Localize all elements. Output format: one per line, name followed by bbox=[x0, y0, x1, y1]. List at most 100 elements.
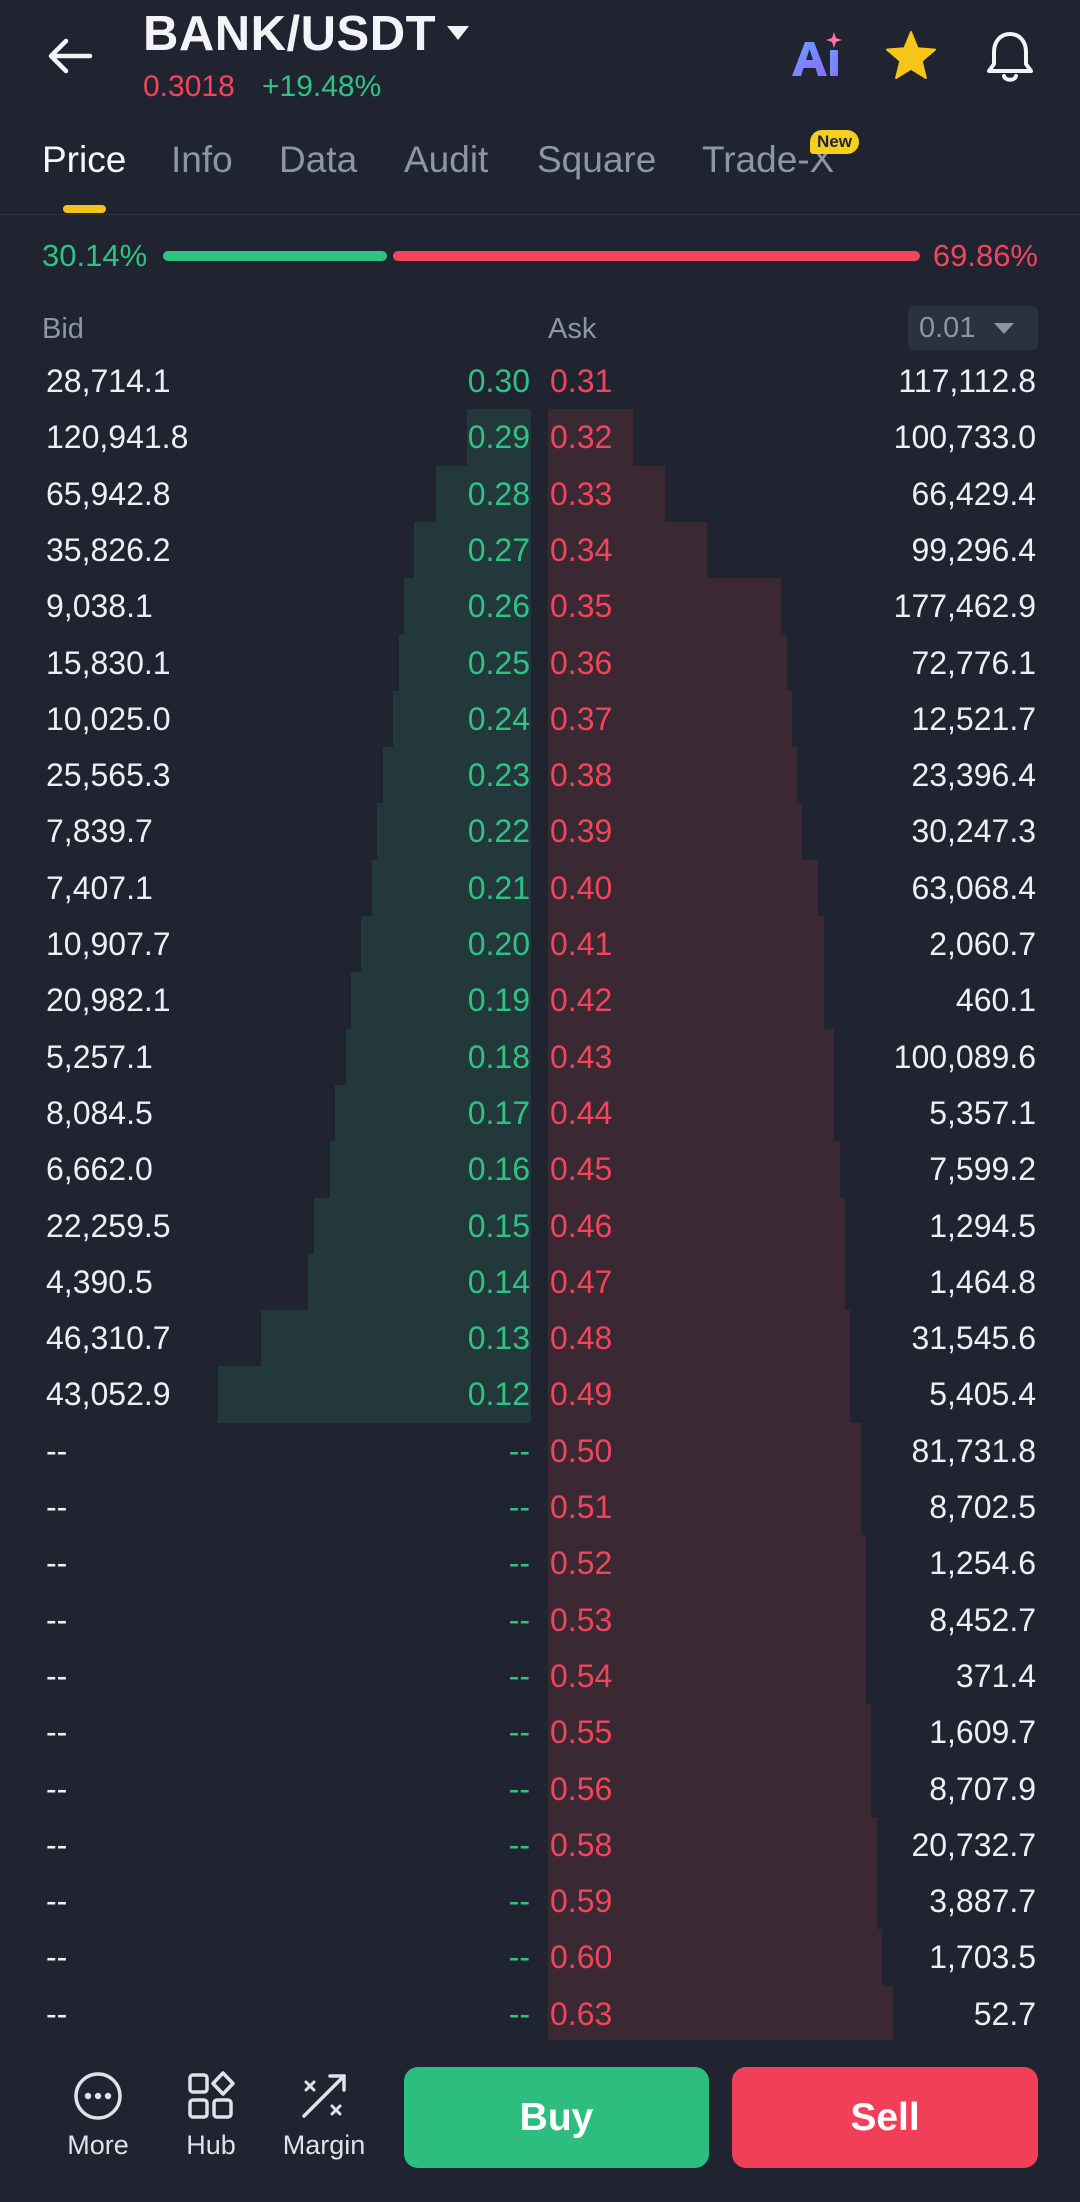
bid-price: -- bbox=[508, 1770, 530, 1807]
bid-price: 0.30 bbox=[467, 363, 530, 399]
bid-quantity: -- bbox=[46, 1883, 68, 1920]
pair-dropdown-icon[interactable] bbox=[444, 22, 472, 44]
orderbook-row[interactable]: 120,941.8 0.29 0.32 100,733.0 bbox=[0, 409, 1080, 465]
orderbook-row[interactable]: 43,052.9 0.12 0.49 5,405.4 bbox=[0, 1366, 1080, 1422]
orderbook-row[interactable]: 22,259.5 0.15 0.46 1,294.5 bbox=[0, 1198, 1080, 1254]
orderbook-row[interactable]: 35,826.2 0.27 0.34 99,296.4 bbox=[0, 522, 1080, 578]
orderbook-row[interactable]: -- -- 0.63 52.7 bbox=[0, 1986, 1080, 2042]
bid-price: -- bbox=[508, 1714, 530, 1751]
bid-price: 0.14 bbox=[467, 1263, 530, 1300]
bid-price: 0.25 bbox=[467, 644, 530, 681]
ask-price: 0.48 bbox=[550, 1320, 613, 1357]
tab-price[interactable]: Price bbox=[42, 139, 126, 181]
orderbook-row[interactable]: 10,907.7 0.20 0.41 2,060.7 bbox=[0, 916, 1080, 972]
bid-quantity: 28,714.1 bbox=[46, 363, 171, 399]
orderbook-row[interactable]: 7,839.7 0.22 0.39 30,247.3 bbox=[0, 803, 1080, 859]
ask-price: 0.40 bbox=[550, 869, 613, 906]
ask-price: 0.46 bbox=[550, 1207, 613, 1244]
ask-price: 0.31 bbox=[550, 363, 613, 399]
bid-quantity: 25,565.3 bbox=[46, 757, 171, 794]
ask-quantity: 1,464.8 bbox=[929, 1263, 1036, 1300]
orderbook-row[interactable]: 20,982.1 0.19 0.42 460.1 bbox=[0, 972, 1080, 1028]
orderbook-row[interactable]: -- -- 0.59 3,887.7 bbox=[0, 1873, 1080, 1929]
bid-price: -- bbox=[508, 1432, 530, 1469]
new-badge: New bbox=[810, 130, 859, 154]
ask-quantity: 8,452.7 bbox=[929, 1601, 1036, 1638]
ask-quantity: 99,296.4 bbox=[911, 531, 1036, 568]
bid-column-header: Bid bbox=[42, 313, 84, 345]
orderbook-row[interactable]: 7,407.1 0.21 0.40 63,068.4 bbox=[0, 860, 1080, 916]
ask-quantity: 31,545.6 bbox=[911, 1320, 1036, 1357]
tab-audit[interactable]: Audit bbox=[404, 139, 488, 181]
orderbook-row[interactable]: 65,942.8 0.28 0.33 66,429.4 bbox=[0, 466, 1080, 522]
buy-button[interactable]: Buy bbox=[404, 2067, 709, 2168]
bid-price: -- bbox=[508, 1657, 530, 1694]
margin-button[interactable]: Margin bbox=[264, 2070, 384, 2161]
precision-value: 0.01 bbox=[919, 312, 976, 344]
orderbook-row[interactable]: 15,830.1 0.25 0.36 72,776.1 bbox=[0, 635, 1080, 691]
bid-price: 0.21 bbox=[467, 869, 530, 906]
bid-quantity: 10,907.7 bbox=[46, 926, 171, 962]
orderbook-row[interactable]: -- -- 0.60 1,703.5 bbox=[0, 1929, 1080, 1985]
bid-quantity: 9,038.1 bbox=[46, 588, 153, 625]
orderbook-row[interactable]: 10,025.0 0.24 0.37 12,521.7 bbox=[0, 691, 1080, 747]
orderbook-row[interactable]: -- -- 0.55 1,609.7 bbox=[0, 1704, 1080, 1760]
bid-quantity: 120,941.8 bbox=[46, 419, 189, 456]
orderbook-row[interactable]: 28,714.1 0.30 0.31 117,112.8 bbox=[0, 353, 1080, 409]
ask-quantity: 12,521.7 bbox=[911, 700, 1036, 737]
ask-price: 0.53 bbox=[550, 1601, 613, 1638]
bid-quantity: 15,830.1 bbox=[46, 644, 171, 681]
bid-quantity: 20,982.1 bbox=[46, 982, 171, 1019]
bid-quantity: -- bbox=[46, 1601, 68, 1638]
notification-bell-icon[interactable] bbox=[984, 28, 1036, 84]
ask-quantity: 1,254.6 bbox=[929, 1545, 1036, 1582]
orderbook-row[interactable]: -- -- 0.51 8,702.5 bbox=[0, 1479, 1080, 1535]
hub-button[interactable]: Hub bbox=[151, 2070, 271, 2161]
margin-label: Margin bbox=[282, 2130, 366, 2160]
bid-quantity: -- bbox=[46, 1770, 68, 1807]
buy-ratio-label: 30.14% bbox=[42, 238, 148, 273]
more-button[interactable]: More bbox=[38, 2070, 158, 2161]
ask-quantity: 5,357.1 bbox=[929, 1094, 1036, 1131]
bid-quantity: 7,839.7 bbox=[46, 813, 153, 850]
ai-icon[interactable] bbox=[788, 28, 842, 82]
precision-selector[interactable]: 0.01 bbox=[908, 306, 1038, 350]
orderbook-row[interactable]: 5,257.1 0.18 0.43 100,089.6 bbox=[0, 1029, 1080, 1085]
bid-quantity: 43,052.9 bbox=[46, 1376, 171, 1413]
orderbook-row[interactable]: 4,390.5 0.14 0.47 1,464.8 bbox=[0, 1254, 1080, 1310]
tab-info[interactable]: Info bbox=[171, 139, 233, 181]
orderbook-row[interactable]: -- -- 0.50 81,731.8 bbox=[0, 1423, 1080, 1479]
bottom-action-bar: More Hub Margin Buy Sell bbox=[0, 2040, 1080, 2202]
ask-quantity: 117,112.8 bbox=[898, 363, 1036, 399]
bid-quantity: -- bbox=[46, 1545, 68, 1582]
bid-quantity: 4,390.5 bbox=[46, 1263, 153, 1300]
bid-price: 0.19 bbox=[467, 982, 530, 1019]
ask-price: 0.47 bbox=[550, 1263, 613, 1300]
bid-price: -- bbox=[508, 1939, 530, 1976]
bid-quantity: -- bbox=[46, 1826, 68, 1863]
ask-quantity: 371.4 bbox=[955, 1657, 1036, 1694]
tab-data[interactable]: Data bbox=[279, 139, 357, 181]
orderbook-row[interactable]: 6,662.0 0.16 0.45 7,599.2 bbox=[0, 1141, 1080, 1197]
ask-price: 0.44 bbox=[550, 1094, 613, 1131]
chevron-down-icon bbox=[994, 323, 1014, 334]
ask-quantity: 1,294.5 bbox=[929, 1207, 1036, 1244]
back-arrow-icon[interactable] bbox=[44, 30, 96, 82]
ask-price: 0.58 bbox=[550, 1826, 613, 1863]
orderbook-row[interactable]: -- -- 0.58 20,732.7 bbox=[0, 1817, 1080, 1873]
bid-price: 0.26 bbox=[467, 588, 530, 625]
orderbook-row[interactable]: -- -- 0.56 8,707.9 bbox=[0, 1761, 1080, 1817]
favorite-star-icon[interactable] bbox=[884, 30, 938, 82]
tab-square[interactable]: Square bbox=[537, 139, 656, 181]
ask-quantity: 2,060.7 bbox=[929, 926, 1036, 962]
pair-title[interactable]: BANK/USDT bbox=[143, 6, 436, 62]
orderbook-row[interactable]: -- -- 0.54 371.4 bbox=[0, 1648, 1080, 1704]
orderbook-row[interactable]: -- -- 0.53 8,452.7 bbox=[0, 1592, 1080, 1648]
orderbook-row[interactable]: 46,310.7 0.13 0.48 31,545.6 bbox=[0, 1310, 1080, 1366]
orderbook-row[interactable]: -- -- 0.52 1,254.6 bbox=[0, 1535, 1080, 1591]
orderbook-row[interactable]: 25,565.3 0.23 0.38 23,396.4 bbox=[0, 747, 1080, 803]
bid-quantity: -- bbox=[46, 1995, 68, 2032]
sell-button[interactable]: Sell bbox=[732, 2067, 1038, 2168]
orderbook-row[interactable]: 8,084.5 0.17 0.44 5,357.1 bbox=[0, 1085, 1080, 1141]
orderbook-row[interactable]: 9,038.1 0.26 0.35 177,462.9 bbox=[0, 578, 1080, 634]
